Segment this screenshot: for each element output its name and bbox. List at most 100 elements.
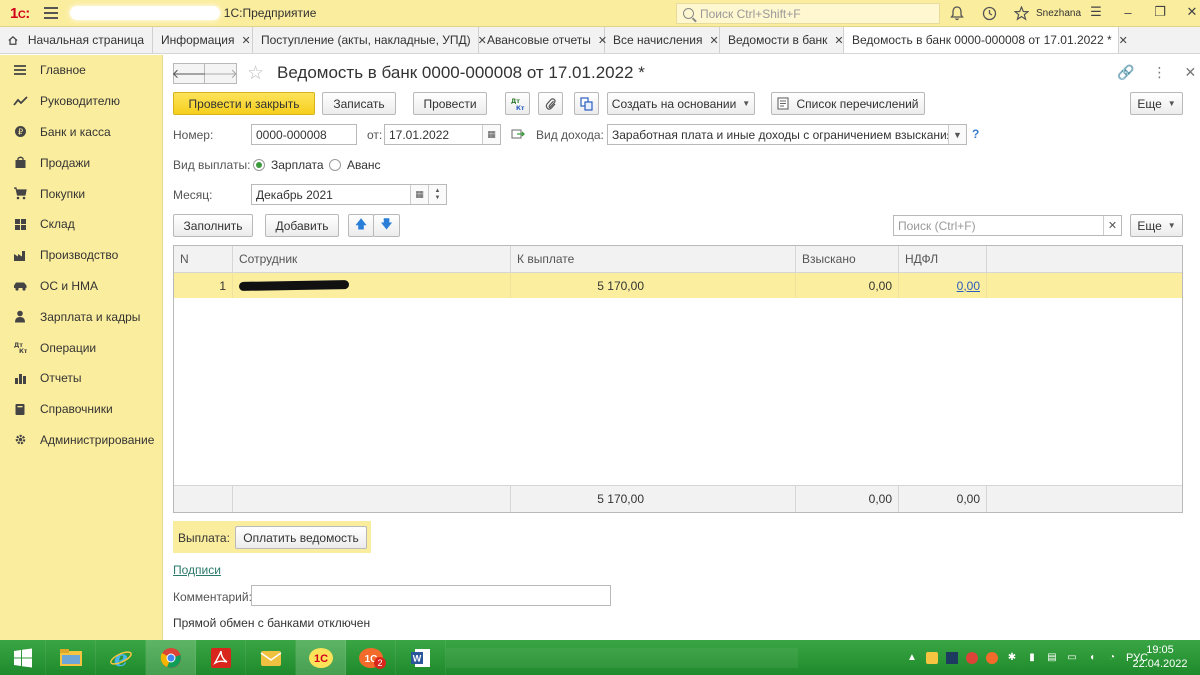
month-field[interactable]: Декабрь 2021 ▦ ▲ ▼	[251, 184, 447, 205]
sidebar-item-bank[interactable]: ₽ Банк и касса	[0, 117, 162, 148]
add-button[interactable]: Добавить	[265, 214, 339, 237]
tab-current-statement[interactable]: Ведомость в банк 0000-000008 от 17.01.20…	[844, 27, 1128, 53]
save-button[interactable]: Записать	[322, 92, 396, 115]
table-row[interactable]: 1 5 170,00 0,00 0,00	[174, 273, 1182, 298]
network-icon[interactable]: ▤	[1046, 652, 1058, 664]
restore-icon[interactable]: ❐	[1152, 4, 1168, 20]
sidebar-item-fixed-assets[interactable]: ОС и НМА	[0, 271, 162, 302]
1c-logo-icon[interactable]: 1С:	[10, 5, 30, 22]
more-actions-dropdown[interactable]: Еще ▼	[1130, 92, 1183, 115]
post-button[interactable]: Провести	[413, 92, 487, 115]
radio-advance-label[interactable]: Аванс	[347, 158, 381, 172]
sidebar-item-administration[interactable]: Администрирование	[0, 425, 162, 456]
create-based-on-dropdown[interactable]: Создать на основании ▼	[607, 92, 755, 115]
tab-home[interactable]: Начальная страница	[0, 27, 153, 53]
signatures-link-text[interactable]: Подписи	[173, 563, 221, 577]
employees-table[interactable]: N Сотрудник К выплате Взыскано НДФЛ 1 5 …	[173, 245, 1183, 513]
tab-close-icon[interactable]: ✕	[834, 34, 843, 47]
radio-salary-label[interactable]: Зарплата	[271, 158, 324, 172]
calendar-icon[interactable]: ▦	[410, 185, 428, 204]
main-menu-icon[interactable]	[43, 7, 58, 19]
structure-report-icon[interactable]	[574, 92, 599, 115]
move-down-icon[interactable]: 🡇	[373, 214, 400, 237]
bell-icon[interactable]	[948, 4, 966, 22]
sidebar-item-purchases[interactable]: Покупки	[0, 178, 162, 209]
favorites-star-icon[interactable]	[1012, 4, 1030, 22]
move-up-icon[interactable]: 🡅	[348, 214, 374, 237]
wifi-icon[interactable]: ◔	[1106, 652, 1118, 664]
battery-icon[interactable]: ▮	[1026, 652, 1038, 664]
sidebar-item-operations[interactable]: Дт Кт Операции	[0, 332, 162, 363]
column-header-collected[interactable]: Взыскано	[796, 246, 899, 272]
tab-close-icon[interactable]: ✕	[241, 34, 250, 47]
column-header-employee[interactable]: Сотрудник	[233, 246, 511, 272]
link-icon[interactable]: 🔗	[1117, 64, 1134, 81]
month-stepper[interactable]: ▲ ▼	[428, 185, 446, 204]
back-arrow-icon[interactable]: 🡐	[172, 63, 206, 84]
tray-security-icon[interactable]	[946, 651, 958, 664]
acrobat-icon[interactable]	[196, 640, 246, 675]
sidebar-item-catalogs[interactable]: Справочники	[0, 394, 162, 425]
help-icon[interactable]: ?	[972, 127, 979, 141]
radio-salary[interactable]	[253, 159, 265, 171]
fill-button[interactable]: Заполнить	[173, 214, 253, 237]
tab-advance-reports[interactable]: Авансовые отчеты ✕	[479, 27, 607, 53]
chevron-up-icon[interactable]: ▲	[906, 652, 918, 664]
tab-bank-statements[interactable]: Ведомости в банк ✕	[720, 27, 844, 53]
signatures-link[interactable]: Подписи	[173, 563, 221, 577]
income-code-icon[interactable]	[511, 127, 525, 144]
minimize-icon[interactable]: –	[1120, 5, 1136, 20]
tray-app-icon[interactable]	[926, 651, 938, 664]
ndfl-withheld-value[interactable]: 0,00	[796, 273, 899, 298]
forward-arrow-icon[interactable]: 🡒	[203, 63, 238, 84]
start-windows-icon[interactable]	[0, 640, 46, 675]
tray-update-icon[interactable]	[986, 651, 998, 664]
mail-icon[interactable]	[246, 640, 296, 675]
pay-statement-button[interactable]: Оплатить ведомость	[235, 526, 367, 549]
volume-icon[interactable]: ◖	[1086, 652, 1098, 664]
username-label[interactable]: Snezhana	[1036, 8, 1081, 19]
income-type-select[interactable]: Заработная плата и иные доходы с огранич…	[607, 124, 967, 145]
tray-folder-icon[interactable]: ▭	[1066, 652, 1078, 664]
global-search-input[interactable]: Поиск Ctrl+Shift+F	[676, 3, 940, 24]
clock[interactable]: 19:05 22.04.2022	[1130, 643, 1190, 671]
transfer-list-button[interactable]: Список перечислений	[771, 92, 925, 115]
close-icon[interactable]: ✕	[1184, 4, 1200, 20]
to-pay-value[interactable]: 5 170,00	[511, 273, 650, 298]
radio-advance[interactable]	[329, 159, 341, 171]
calendar-icon[interactable]: ▦	[482, 125, 500, 144]
employee-name-redacted[interactable]	[233, 273, 511, 298]
tray-chrome-icon[interactable]	[966, 651, 978, 664]
sidebar-item-manager[interactable]: Руководителю	[0, 86, 162, 117]
table-search-input[interactable]: Поиск (Ctrl+F) ✕	[893, 215, 1122, 236]
column-header-to-pay[interactable]: К выплате	[511, 246, 796, 272]
dt-kt-movements-icon[interactable]: Дт Кт	[505, 92, 530, 115]
close-form-icon[interactable]: ✕	[1184, 64, 1196, 81]
file-explorer-icon[interactable]	[46, 640, 96, 675]
sidebar-item-payroll[interactable]: Зарплата и кадры	[0, 301, 162, 332]
ndfl-link-text[interactable]: 0,00	[957, 279, 980, 293]
chevron-down-icon[interactable]: ▼	[948, 125, 966, 144]
tab-info[interactable]: Информация ✕	[153, 27, 253, 53]
bookmark-star-icon[interactable]: ☆	[247, 62, 264, 85]
word-icon[interactable]: W	[396, 640, 446, 675]
sidebar-item-production[interactable]: Производство	[0, 240, 162, 271]
clear-search-icon[interactable]: ✕	[1103, 216, 1121, 235]
settings-menu-icon[interactable]: ☰	[1088, 4, 1104, 20]
tab-close-icon[interactable]: ✕	[1119, 34, 1128, 47]
column-header-n[interactable]: N	[174, 246, 233, 272]
tab-all-accruals[interactable]: Все начисления ✕	[605, 27, 720, 53]
attachment-clip-icon[interactable]	[538, 92, 563, 115]
sidebar-item-warehouse[interactable]: Склад	[0, 209, 162, 240]
tab-close-icon[interactable]: ✕	[710, 34, 719, 47]
sidebar-item-reports[interactable]: Отчеты	[0, 363, 162, 394]
table-more-dropdown[interactable]: Еще ▼	[1130, 214, 1183, 237]
number-field[interactable]: 0000-000008	[251, 124, 357, 145]
1c-enterprise-taskbar-icon[interactable]: 1С	[296, 640, 346, 675]
chrome-icon[interactable]	[146, 640, 196, 675]
ndfl-link[interactable]: 0,00	[899, 273, 987, 298]
more-vertical-icon[interactable]: ⋮	[1152, 64, 1166, 81]
post-and-close-button[interactable]: Провести и закрыть	[173, 92, 315, 115]
date-field[interactable]: 17.01.2022 ▦	[384, 124, 501, 145]
1c-badge-icon[interactable]: 1С 2	[346, 640, 396, 675]
